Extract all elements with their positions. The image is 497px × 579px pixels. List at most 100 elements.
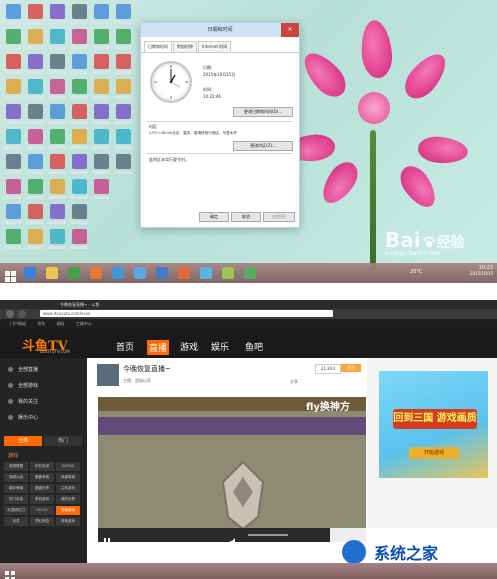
windows-start-icon[interactable] [5, 267, 16, 282]
desktop-app-icon[interactable] [94, 79, 109, 94]
category-item[interactable]: 天涯明月刀 [4, 506, 28, 515]
desktop-app-icon[interactable] [6, 79, 21, 94]
desktop-app-icon[interactable] [94, 154, 109, 169]
chrome-icon[interactable] [222, 267, 234, 279]
desktop-app-icon[interactable] [72, 229, 87, 244]
desktop-app-icon[interactable] [28, 54, 43, 69]
volume-icon[interactable] [230, 531, 238, 542]
close-icon[interactable]: ✕ [281, 23, 299, 37]
desktop-app-icon[interactable] [50, 129, 65, 144]
category-item[interactable]: 主机游戏 [56, 484, 80, 493]
category-item[interactable]: 炉石传说 [30, 462, 54, 471]
forward-icon[interactable] [18, 310, 26, 318]
desktop-app-icon[interactable] [6, 4, 21, 19]
url-input[interactable]: www.douyutv.com/xxxx [40, 310, 333, 317]
category-item[interactable]: 我的世界 [56, 495, 80, 504]
desktop-app-icon[interactable] [94, 179, 109, 194]
desktop-app-icon[interactable] [6, 29, 21, 44]
video-player[interactable]: fly换神方 [98, 397, 366, 542]
volume-slider[interactable] [248, 534, 288, 536]
change-datetime-button[interactable]: 更改日期和时间(D)... [233, 107, 293, 117]
change-timezone-button[interactable]: 更改时区(Z)... [233, 141, 293, 151]
tab-category[interactable]: 分类 [4, 436, 42, 446]
desktop-app-icon[interactable] [6, 54, 21, 69]
desktop-app-icon[interactable] [72, 4, 87, 19]
category-item[interactable]: 梦幻西游 [30, 517, 54, 526]
tab-hot[interactable]: 热门 [44, 436, 82, 446]
category-item[interactable]: 热门手游 [4, 495, 28, 504]
windows-start-icon[interactable] [5, 566, 15, 579]
desktop-app-icon[interactable] [28, 229, 43, 244]
desktop-app-icon[interactable] [28, 4, 43, 19]
desktop-app-icon[interactable] [72, 129, 87, 144]
desktop-app-icon[interactable] [116, 29, 131, 44]
streamer-avatar[interactable] [97, 364, 119, 386]
category-item[interactable]: CS:GO [30, 506, 54, 515]
excel-icon[interactable] [244, 267, 256, 279]
desktop-app-icon[interactable] [6, 154, 21, 169]
desktop-app-icon[interactable] [28, 79, 43, 94]
sidebar-item-following[interactable]: 我的关注 [18, 398, 38, 405]
desktop-app-icon[interactable] [72, 29, 87, 44]
category-item[interactable]: 单机游戏 [30, 495, 54, 504]
desktop-app-icon[interactable] [116, 104, 131, 119]
store-icon[interactable] [68, 267, 80, 279]
desktop-app-icon[interactable] [72, 204, 87, 219]
mi-icon[interactable] [178, 267, 190, 279]
ad-banner[interactable]: 回到三国 游戏画质 开始游戏 [379, 371, 488, 478]
ad-start-button[interactable]: 开始游戏 [409, 447, 459, 459]
bookmark-item[interactable]: 网址 [57, 321, 65, 326]
desktop-app-icon[interactable] [6, 229, 21, 244]
desktop-app-icon[interactable] [50, 204, 65, 219]
nav-games[interactable]: 游戏 [180, 340, 198, 353]
desktop-app-icon[interactable] [72, 79, 87, 94]
desktop-app-icon[interactable] [116, 129, 131, 144]
sidebar-item-all-live[interactable]: 全部直播 [18, 366, 38, 373]
ie-icon[interactable] [24, 267, 36, 279]
desktop-app-icon[interactable] [72, 54, 87, 69]
desktop-app-icon[interactable] [116, 79, 131, 94]
category-item[interactable]: DOTA2 [56, 462, 80, 471]
desktop-app-icon[interactable] [94, 29, 109, 44]
tab-internet-time[interactable]: Internet 时间 [198, 41, 232, 52]
share-link[interactable]: 分享 [290, 379, 298, 385]
tab-additional-clocks[interactable]: 附加时钟 [173, 41, 197, 52]
desktop-app-icon[interactable] [94, 4, 109, 19]
category-item[interactable]: 风暴英雄 [56, 473, 80, 482]
desktop-app-icon[interactable] [28, 29, 43, 44]
desktop-app-icon[interactable] [72, 154, 87, 169]
desktop-app-icon[interactable] [50, 104, 65, 119]
nav-live[interactable]: 直播 [147, 340, 170, 355]
desktop-app-icon[interactable] [94, 54, 109, 69]
desktop-app-icon[interactable] [116, 54, 131, 69]
desktop-app-icon[interactable] [50, 29, 65, 44]
desktop-app-icon[interactable] [50, 54, 65, 69]
qq-icon[interactable] [156, 267, 168, 279]
desktop-app-icon[interactable] [28, 204, 43, 219]
desktop-app-icon[interactable] [116, 154, 131, 169]
bookmark-item[interactable]: 门户网站 [10, 321, 26, 326]
desktop-app-icon[interactable] [94, 104, 109, 119]
follow-button[interactable]: 关注 [341, 364, 361, 372]
bookmark-item[interactable]: 工具中心 [76, 321, 92, 326]
category-item[interactable]: 其他游戏 [56, 517, 80, 526]
nav-yuba[interactable]: 鱼吧 [245, 340, 263, 353]
desktop-app-icon[interactable] [28, 129, 43, 144]
ok-button[interactable]: 确定 [199, 212, 229, 222]
desktop-app-icon[interactable] [94, 129, 109, 144]
sidebar-item-all-games[interactable]: 全部游戏 [18, 382, 38, 389]
desktop-app-icon[interactable] [50, 154, 65, 169]
desktop-app-icon[interactable] [50, 79, 65, 94]
app-icon[interactable] [90, 267, 102, 279]
desktop-app-icon[interactable] [72, 104, 87, 119]
browser-tab-title[interactable]: 今晚恢复直播~ - 斗鱼 [60, 302, 99, 307]
desktop-app-icon[interactable] [116, 4, 131, 19]
browser-icon[interactable] [112, 267, 124, 279]
sidebar-item-entertainment[interactable]: 娱乐中心 [18, 414, 38, 421]
desktop-app-icon[interactable] [28, 154, 43, 169]
desktop-app-icon[interactable] [50, 4, 65, 19]
desktop-app-icon[interactable] [6, 129, 21, 144]
desktop-app-icon[interactable] [6, 104, 21, 119]
apply-button[interactable]: 应用(A) [263, 212, 295, 222]
nav-entertainment[interactable]: 娱乐 [211, 340, 229, 353]
